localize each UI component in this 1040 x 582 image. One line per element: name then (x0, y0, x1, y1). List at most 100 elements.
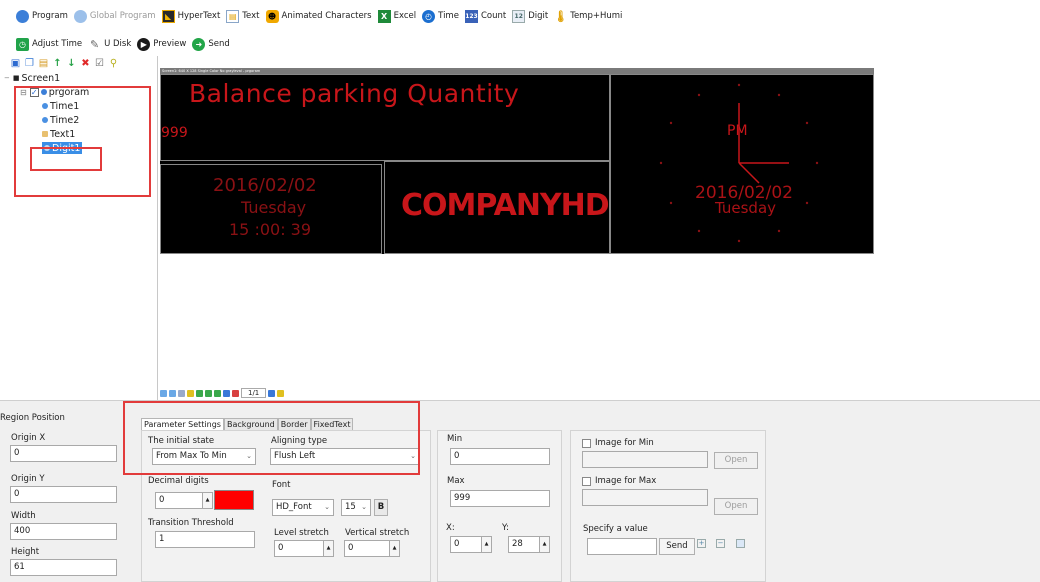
temp-humi-button[interactable]: 🌡 Temp+Humi (552, 6, 626, 26)
temp-humi-label: Temp+Humi (570, 11, 623, 21)
digit-button[interactable]: 12 Digit (510, 6, 552, 26)
level-stretch-label: Level stretch (274, 528, 329, 538)
text-button[interactable]: ▤ Text (224, 6, 263, 26)
next-page-icon[interactable] (268, 389, 276, 397)
font-value: HD_Font (276, 502, 312, 512)
count-button[interactable]: 123 Count (463, 6, 510, 26)
transition-threshold-input[interactable]: 1 (155, 531, 255, 548)
font-select[interactable]: HD_Font ⌄ (272, 499, 334, 516)
adjust-time-icon: ◷ (16, 37, 29, 51)
minus-icon[interactable]: − (716, 539, 725, 548)
image-for-min-checkbox[interactable] (582, 439, 591, 448)
move-down-icon[interactable]: ↓ (66, 58, 77, 69)
send-label: Send (208, 39, 230, 49)
preview-button[interactable]: ▶ Preview (135, 34, 190, 54)
open-max-image-button[interactable]: Open (714, 498, 758, 515)
open-min-image-button[interactable]: Open (714, 452, 758, 469)
font-size-select[interactable]: 15 ⌄ (341, 499, 371, 516)
count-icon: 123 (464, 9, 478, 23)
image-for-max-label: Image for Max (595, 476, 657, 486)
decimal-digits-label: Decimal digits (148, 476, 209, 486)
bold-button[interactable]: B (374, 499, 388, 516)
excel-button[interactable]: X Excel (376, 6, 421, 26)
animated-characters-button[interactable]: ☻ Animated Characters (264, 6, 376, 26)
remove-icon[interactable] (232, 389, 239, 397)
zoom-in-icon[interactable] (160, 389, 167, 397)
add-icon[interactable] (223, 389, 230, 397)
level-stretch-stepper[interactable]: 0 ▲▼ (274, 540, 334, 557)
spin-buttons[interactable]: ▲▼ (539, 537, 549, 552)
chevron-down-icon: ⌄ (324, 503, 330, 511)
plus-icon[interactable]: + (697, 539, 706, 548)
origin-x-label: Origin X (11, 433, 46, 443)
send-icon: ➜ (192, 37, 206, 51)
u-disk-button[interactable]: ✎ U Disk (86, 34, 135, 54)
x-stepper[interactable]: 0 ▲▼ (450, 536, 492, 553)
text-label: Text (242, 11, 260, 21)
send-button[interactable]: ➜ Send (190, 34, 233, 54)
height-input[interactable]: 61 (10, 559, 117, 576)
max-label: Max (447, 476, 465, 486)
delete-icon[interactable]: ✖ (80, 58, 91, 69)
global-program-button[interactable]: Global Program (72, 6, 160, 26)
image-for-max-checkbox[interactable] (582, 477, 591, 486)
copy-icon[interactable]: ❐ (24, 58, 35, 69)
prev-page-icon[interactable] (196, 389, 203, 397)
last-page-icon[interactable] (277, 389, 285, 397)
origin-y-input[interactable]: 0 (10, 486, 117, 503)
search-icon[interactable]: ⚲ (108, 58, 119, 69)
thermometer-icon: 🌡 (553, 9, 568, 23)
spin-buttons[interactable]: ▲▼ (481, 537, 491, 552)
hypertext-button[interactable]: ◣ HyperText (160, 6, 225, 26)
specify-value-input[interactable] (587, 538, 657, 555)
move-up-icon[interactable]: ↑ (52, 58, 63, 69)
spin-buttons[interactable]: ▲▼ (202, 493, 212, 508)
reset-icon[interactable] (736, 539, 745, 548)
led-preview[interactable]: Balance parking Quantity 999 PM 2016/02/… (160, 74, 874, 254)
chevron-down-icon: ⌄ (361, 503, 367, 511)
collapse-icon: − (4, 74, 10, 82)
datetime-region[interactable]: 2016/02/02 Tuesday 15 :00: 39 (160, 164, 382, 254)
led-digit-value: 999 (161, 125, 188, 141)
decimal-digits-stepper[interactable]: 0 ▲▼ (155, 492, 213, 509)
min-input[interactable]: 0 (450, 448, 550, 465)
x-label: X: (446, 523, 455, 533)
specify-send-button[interactable]: Send (659, 538, 695, 555)
tree-screen[interactable]: − ■ Screen1 (4, 72, 60, 84)
spin-buttons[interactable]: ▲▼ (323, 541, 333, 556)
program-button[interactable]: Program (14, 6, 72, 26)
checkbox-icon[interactable]: ☑ (94, 58, 105, 69)
origin-x-input[interactable]: 0 (10, 445, 117, 462)
time-button[interactable]: ◴ Time (420, 6, 463, 26)
font-size-value: 15 (345, 502, 356, 512)
fit-icon[interactable] (178, 389, 185, 397)
font-color-swatch[interactable] (214, 490, 254, 510)
preview-label: Preview (153, 39, 187, 49)
width-input[interactable]: 400 (10, 523, 117, 540)
y-label: Y: (502, 523, 509, 533)
secondary-toolbar: ◷ Adjust Time ✎ U Disk ▶ Preview ➜ Send (0, 32, 1040, 56)
image-for-min-path[interactable] (582, 451, 708, 468)
zoom-out-icon[interactable] (169, 389, 176, 397)
tree-toolbar: ▣ ❐ ▤ ↑ ↓ ✖ ☑ ⚲ (0, 56, 157, 70)
u-disk-label: U Disk (104, 39, 132, 49)
image-for-max-path[interactable] (582, 489, 708, 506)
down-icon[interactable] (214, 389, 221, 397)
vertical-stretch-stepper[interactable]: 0 ▲▼ (344, 540, 400, 557)
save-icon[interactable]: ▣ (10, 58, 21, 69)
image-for-min-label: Image for Min (595, 438, 654, 448)
paste-icon[interactable]: ▤ (38, 58, 49, 69)
page-indicator: 1/1 (241, 388, 267, 398)
up-icon[interactable] (205, 389, 212, 397)
analog-clock (659, 83, 819, 243)
company-region[interactable]: COMPANYHD (384, 161, 610, 254)
first-page-icon[interactable] (187, 389, 194, 397)
y-stepper[interactable]: 28 ▲▼ (508, 536, 550, 553)
spin-buttons[interactable]: ▲▼ (389, 541, 399, 556)
clock-region[interactable]: PM 2016/02/02 Tuesday (610, 74, 874, 254)
min-label: Min (447, 434, 463, 444)
text-region[interactable]: Balance parking Quantity 999 (160, 74, 610, 161)
adjust-time-button[interactable]: ◷ Adjust Time (14, 34, 86, 54)
hypertext-icon: ◣ (161, 9, 175, 23)
max-input[interactable]: 999 (450, 490, 550, 507)
